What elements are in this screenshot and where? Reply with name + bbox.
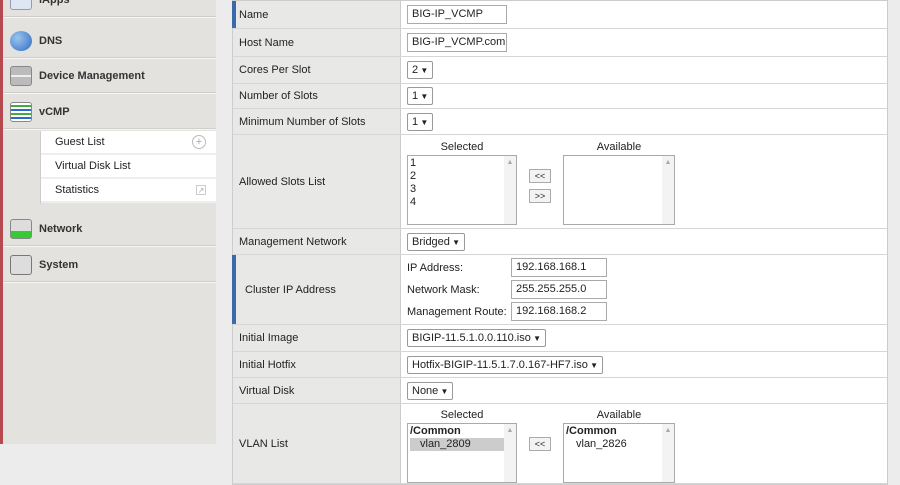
- nav-device-management[interactable]: Device Management: [3, 59, 216, 94]
- list-item[interactable]: 1: [410, 157, 514, 170]
- list-item[interactable]: 3: [410, 183, 514, 196]
- host-name-input[interactable]: BIG-IP_VCMP.com: [407, 33, 507, 52]
- row-mgmt-network: Management Network Bridged: [233, 229, 887, 255]
- ip-address-input[interactable]: 192.168.168.1: [511, 258, 607, 277]
- row-cores: Cores Per Slot 2: [233, 57, 887, 84]
- row-slots: Number of Slots 1: [233, 84, 887, 109]
- row-host-name: Host Name BIG-IP_VCMP.com: [233, 29, 887, 57]
- row-initial-hotfix: Initial Hotfix Hotfix-BIGIP-11.5.1.7.0.16…: [233, 352, 887, 378]
- available-slots-list[interactable]: ▲: [563, 155, 675, 225]
- subnav-guest-list[interactable]: Guest List +: [41, 131, 216, 155]
- row-virtual-disk: Virtual Disk None: [233, 378, 887, 404]
- scrollbar[interactable]: ▲: [504, 424, 516, 482]
- row-name: Name BIG-IP_VCMP: [232, 1, 887, 29]
- scrollbar[interactable]: ▲: [504, 156, 516, 224]
- available-vlan-list[interactable]: /Common vlan_2826 ▲: [563, 423, 675, 483]
- selected-vlan-list[interactable]: /Common vlan_2809 ▲: [407, 423, 517, 483]
- list-item[interactable]: vlan_2809: [410, 438, 514, 451]
- globe-icon: [10, 31, 32, 51]
- subnav-statistics[interactable]: Statistics ↗: [41, 179, 216, 203]
- network-mask-input[interactable]: 255.255.255.0: [511, 280, 607, 299]
- nav-vcmp[interactable]: vCMP: [3, 95, 216, 130]
- row-vlan-list: VLAN List Selected /Common vlan_2809 ▲ << …: [233, 404, 887, 484]
- row-initial-image: Initial Image BIGIP-11.5.1.0.0.110.iso: [233, 325, 887, 352]
- server-icon: [10, 66, 32, 86]
- list-item[interactable]: vlan_2826: [566, 438, 672, 451]
- selected-slots-list[interactable]: 1234 ▲: [407, 155, 517, 225]
- add-icon[interactable]: +: [192, 135, 206, 149]
- virtual-disk-select[interactable]: None: [407, 381, 454, 400]
- network-icon: [10, 219, 32, 239]
- initial-hotfix-select[interactable]: Hotfix-BIGIP-11.5.1.7.0.167-HF7.iso: [407, 355, 604, 374]
- system-icon: [10, 255, 32, 275]
- cores-select[interactable]: 2: [407, 61, 434, 79]
- nav-iapps[interactable]: iApps: [3, 0, 216, 18]
- row-min-slots: Minimum Number of Slots 1: [233, 109, 887, 135]
- sidebar: iApps DNS Device Management vCMP Guest L…: [0, 0, 216, 444]
- add-vlan-button[interactable]: <<: [529, 437, 551, 451]
- nav-system[interactable]: System: [3, 248, 216, 283]
- row-cluster-ip: Cluster IP Address IP Address: 192.168.16…: [232, 255, 887, 325]
- list-item[interactable]: 4: [410, 196, 514, 209]
- nav-dns[interactable]: DNS: [3, 24, 216, 59]
- slots-select[interactable]: 1: [407, 87, 434, 105]
- remove-slot-button[interactable]: >>: [529, 189, 551, 203]
- min-slots-select[interactable]: 1: [407, 112, 434, 131]
- nav-network[interactable]: Network: [3, 212, 216, 247]
- initial-image-select[interactable]: BIGIP-11.5.1.0.0.110.iso: [407, 329, 546, 347]
- name-input[interactable]: BIG-IP_VCMP: [407, 5, 507, 24]
- row-allowed-slots: Allowed Slots List Selected 1234 ▲ << >> …: [233, 135, 887, 229]
- subnav-virtual-disk-list[interactable]: Virtual Disk List: [41, 155, 216, 179]
- mgmt-network-select[interactable]: Bridged: [407, 232, 466, 251]
- add-slot-button[interactable]: <<: [529, 169, 551, 183]
- external-link-icon[interactable]: ↗: [196, 185, 206, 195]
- vcmp-icon: [10, 102, 32, 122]
- guest-form: Name BIG-IP_VCMP Host Name BIG-IP_VCMP.com…: [232, 0, 888, 485]
- management-route-input[interactable]: 192.168.168.2: [511, 302, 607, 321]
- iapps-icon: [10, 0, 32, 10]
- scrollbar[interactable]: ▲: [662, 424, 674, 482]
- list-item[interactable]: 2: [410, 170, 514, 183]
- scrollbar[interactable]: ▲: [662, 156, 674, 224]
